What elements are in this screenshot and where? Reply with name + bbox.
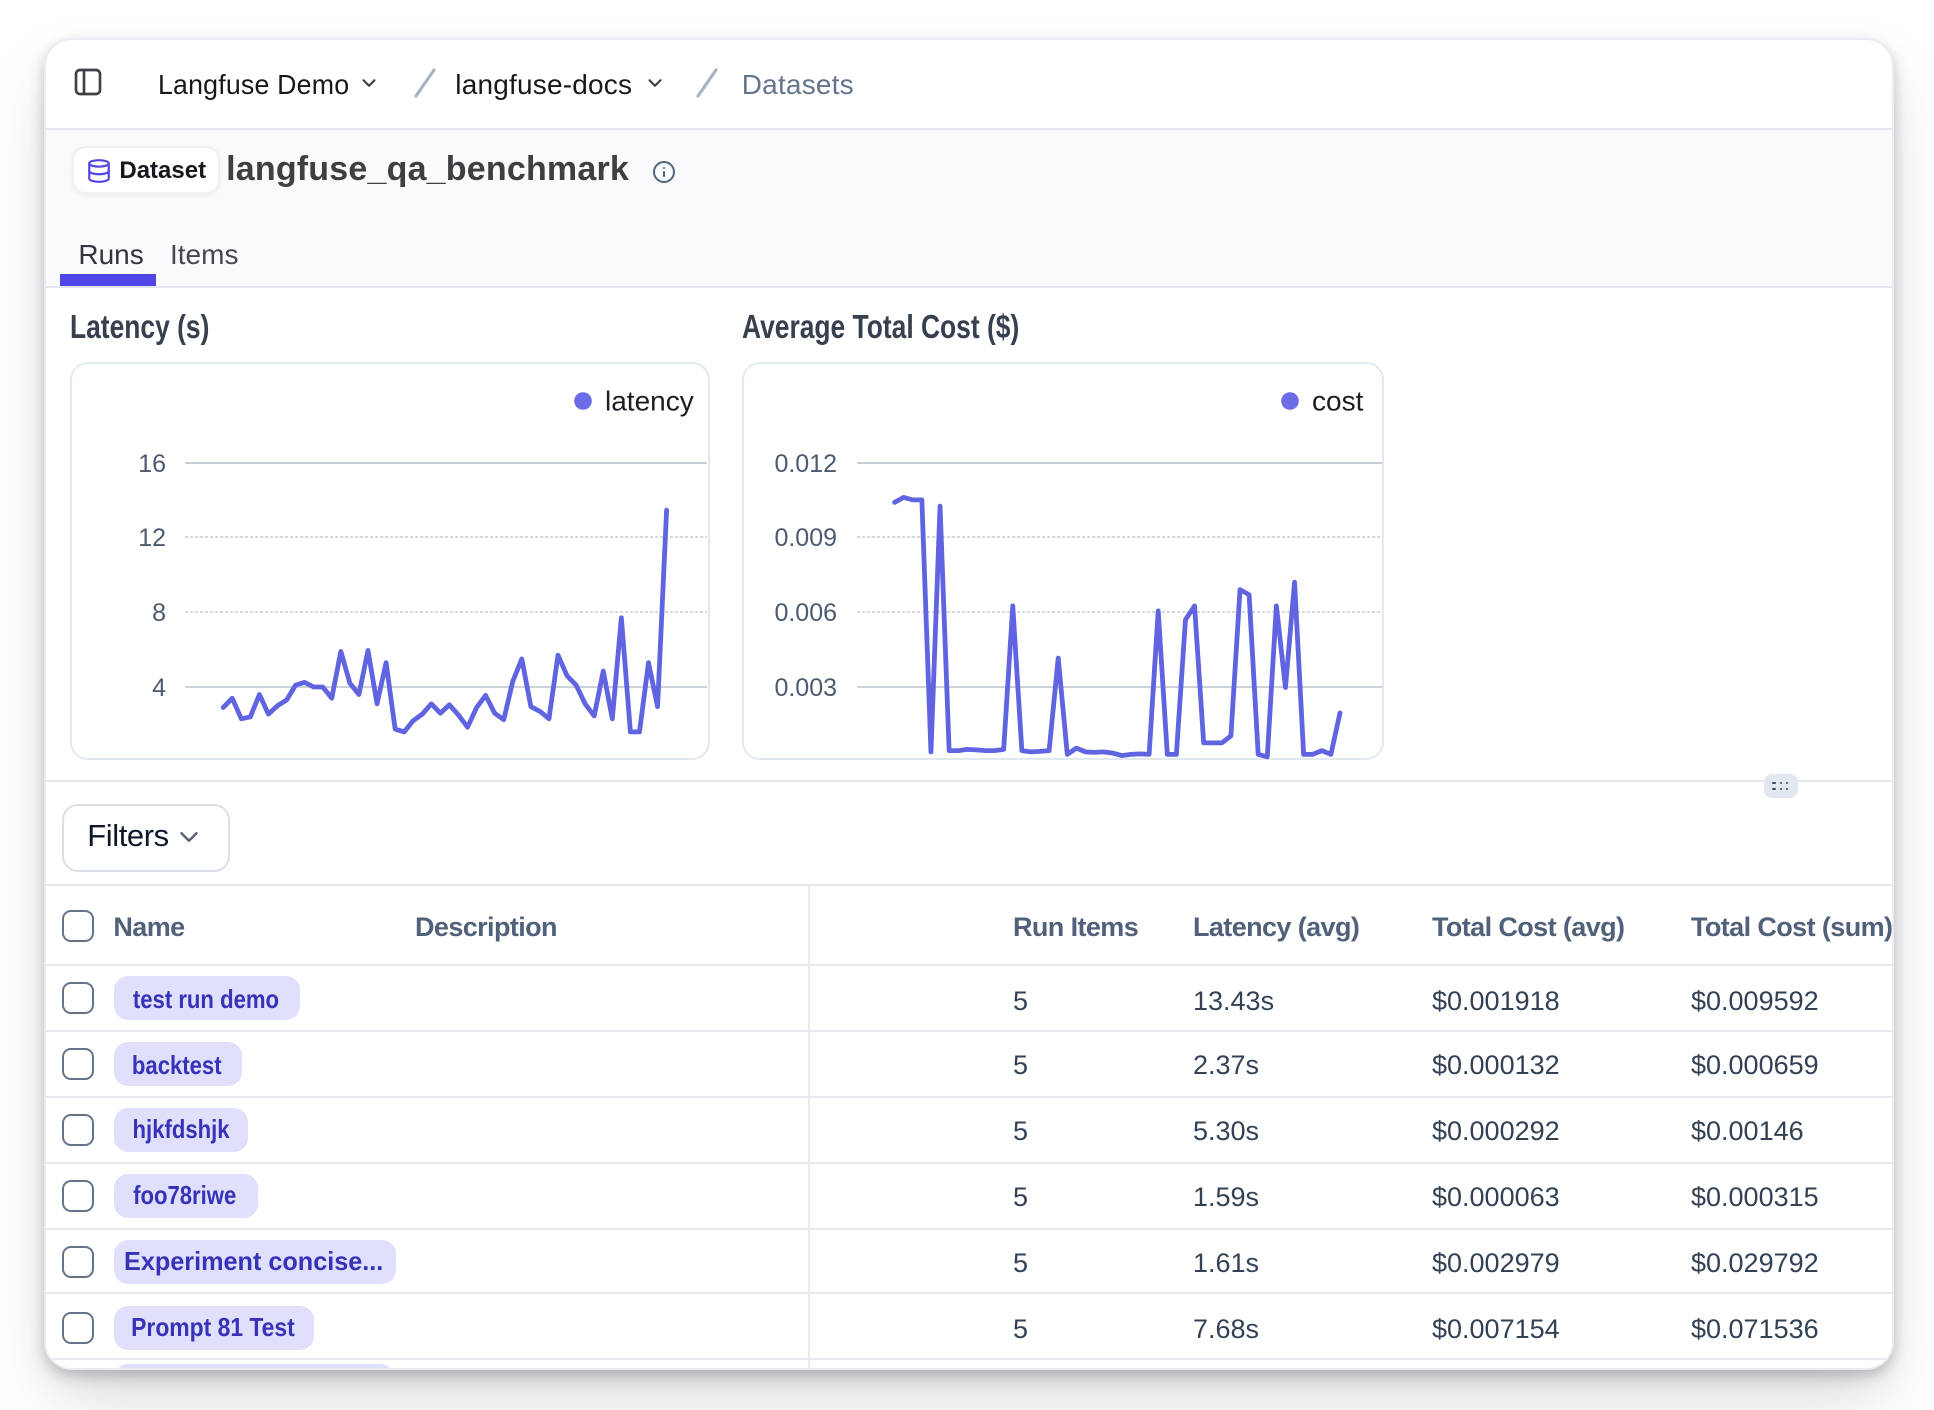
svg-text:0.012: 0.012	[774, 450, 837, 478]
svg-text:8: 8	[152, 599, 166, 627]
svg-text:16: 16	[138, 450, 166, 478]
svg-text:latency: latency	[605, 385, 694, 416]
svg-text:cost: cost	[1312, 385, 1364, 416]
svg-text:12: 12	[138, 524, 166, 552]
svg-text:0.003: 0.003	[774, 674, 837, 702]
svg-text:4: 4	[152, 674, 166, 702]
svg-text:0.006: 0.006	[774, 599, 837, 627]
svg-text:0.009: 0.009	[774, 524, 837, 552]
